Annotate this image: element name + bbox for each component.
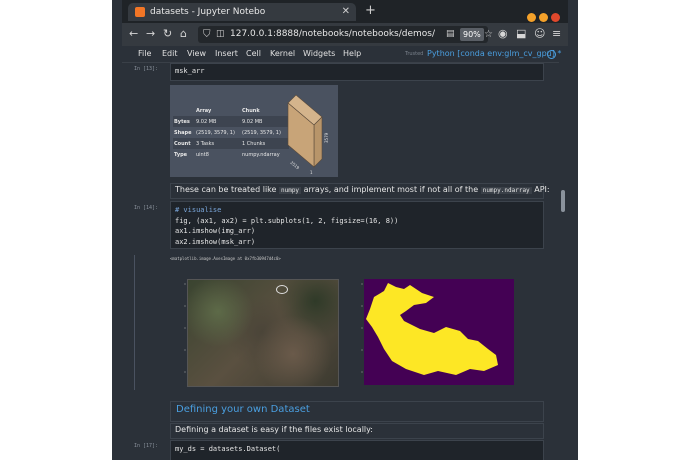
reader-icon[interactable]: ▤	[446, 28, 455, 41]
dask-table: Array Chunk Bytes 9.02 MB 9.02 MB Shape …	[173, 105, 289, 160]
reload-icon[interactable]: ↻	[163, 26, 172, 42]
zoom-level[interactable]: 90%	[460, 28, 484, 41]
input-prompt: In [14]:	[134, 205, 159, 211]
left-border	[112, 0, 122, 460]
close-tab-icon[interactable]: ✕	[342, 3, 350, 21]
tab-title: datasets - Jupyter Notebo	[150, 7, 266, 17]
table-header: Array	[196, 107, 212, 114]
new-tab-icon[interactable]: +	[365, 4, 376, 18]
inline-code: numpy	[278, 187, 302, 194]
section-heading: Defining your own Dataset	[176, 404, 310, 415]
output-collapser[interactable]	[134, 255, 139, 390]
code-line: msk_arr	[175, 67, 205, 75]
pocket-icon[interactable]: ◉	[498, 26, 508, 42]
bookmark-star-icon[interactable]: ☆	[484, 26, 493, 43]
table-cell: 3 Tasks	[196, 140, 215, 147]
menu-file[interactable]: File	[138, 46, 151, 62]
dask-repr: Array Chunk Bytes 9.02 MB 9.02 MB Shape …	[170, 85, 338, 177]
markdown-rendered: Defining your own Dataset	[170, 401, 544, 422]
cube-side-face	[313, 116, 323, 168]
menu-insert[interactable]: Insert	[215, 46, 238, 62]
tab-datasets[interactable]: datasets - Jupyter Notebo ✕	[128, 3, 356, 21]
table-cell: Shape	[174, 129, 192, 136]
table-cell: Count	[174, 140, 191, 147]
scrollbar-thumb[interactable]	[561, 190, 565, 212]
menu-kernel[interactable]: Kernel	[270, 46, 295, 62]
code-input[interactable]: # visualise fig, (ax1, ax2) = plt.subplo…	[170, 201, 544, 249]
markdown-cell[interactable]: Defining a dataset is easy if the files …	[132, 423, 552, 439]
markdown-text: Defining a dataset is easy if the files …	[175, 425, 373, 434]
input-prompt: In [13]:	[134, 66, 159, 72]
inline-code: numpy.ndarray	[480, 187, 532, 194]
markdown-rendered: Defining a dataset is easy if the files …	[170, 423, 544, 439]
url-text: 127.0.0.1:8888/notebooks/notebooks/demos…	[230, 29, 436, 39]
menu-view[interactable]: View	[187, 46, 206, 62]
menu-help[interactable]: Help	[343, 46, 361, 62]
output-text: <matplotlib.image.AxesImage at 0x7fb3094…	[170, 256, 281, 261]
code-cell[interactable]: In [14]: # visualise fig, (ax1, ax2) = p…	[132, 201, 552, 253]
tab-bar: datasets - Jupyter Notebo ✕ +	[122, 0, 568, 23]
browser-window: datasets - Jupyter Notebo ✕ + ← → ↻ ⌂ ⛉ …	[122, 0, 568, 460]
back-icon[interactable]: ←	[129, 26, 138, 42]
code-cell[interactable]: In [13]: msk_arr	[132, 63, 552, 85]
menu-icon[interactable]: ≡	[552, 26, 561, 42]
account-icon[interactable]: ☺	[534, 26, 545, 42]
table-cell: Type	[174, 151, 188, 158]
table-header	[173, 105, 195, 116]
matplotlib-figure	[170, 269, 544, 395]
output-area: Array Chunk Bytes 9.02 MB 9.02 MB Shape …	[132, 85, 552, 182]
extensions-icon[interactable]: ⬓	[516, 26, 526, 42]
lock-icon: ◫	[216, 29, 225, 39]
chunk-cube-diagram: 3579 2519 1	[287, 94, 329, 175]
notebook-scrollbar[interactable]	[559, 62, 568, 460]
cube-label-width: 1	[310, 170, 313, 175]
jupyter-favicon-icon	[135, 7, 145, 17]
cube-label-height: 3579	[324, 132, 329, 143]
text-segment: These can be treated like	[175, 185, 277, 194]
kernel-name[interactable]: Python [conda env:glm_cv_gpu] *	[427, 46, 561, 62]
maximize-icon[interactable]	[539, 13, 548, 22]
forward-icon[interactable]: →	[146, 26, 155, 42]
code-input[interactable]: my_ds = datasets.Dataset(	[170, 440, 544, 460]
code-input[interactable]: msk_arr	[170, 63, 544, 81]
markdown-cell[interactable]: Defining your own Dataset	[132, 401, 552, 422]
cube-label-depth: 2519	[289, 160, 300, 171]
notebook-container: In [13]: msk_arr Array Chunk Bytes 9.02 …	[132, 63, 552, 460]
markdown-text: These can be treated like numpy arrays, …	[175, 185, 550, 194]
output-area: <matplotlib.image.AxesImage at 0x7fb3094…	[132, 255, 552, 400]
code-line: my_ds = datasets.Dataset(	[175, 445, 281, 453]
home-icon[interactable]: ⌂	[180, 26, 187, 42]
table-cell: Bytes	[174, 118, 190, 125]
menu-widgets[interactable]: Widgets	[303, 46, 335, 62]
code-cell[interactable]: In [17]: my_ds = datasets.Dataset(	[132, 440, 552, 460]
menu-cell[interactable]: Cell	[246, 46, 261, 62]
menu-edit[interactable]: Edit	[162, 46, 178, 62]
markdown-rendered: These can be treated like numpy arrays, …	[170, 183, 550, 199]
address-bar[interactable]: ⛉ ◫ 127.0.0.1:8888/notebooks/notebooks/d…	[198, 26, 493, 43]
text-segment: API:	[534, 185, 550, 194]
table-cell: (2519, 3579, 1)	[196, 129, 235, 136]
notebook-menubar: File Edit View Insert Cell Kernel Widget…	[122, 46, 568, 63]
table-cell: 9.02 MB	[196, 118, 217, 125]
minimize-icon[interactable]	[527, 13, 536, 22]
shield-icon: ⛉	[203, 29, 211, 40]
kernel-status-icon	[547, 50, 556, 59]
navigation-bar: ← → ↻ ⌂ ⛉ ◫ 127.0.0.1:8888/notebooks/not…	[122, 23, 568, 46]
axes-ticks	[184, 283, 363, 373]
close-window-icon[interactable]	[551, 13, 560, 22]
markdown-cell[interactable]: These can be treated like numpy arrays, …	[132, 182, 552, 199]
trusted-indicator[interactable]: Trusted	[405, 46, 423, 62]
table-cell: uint8	[196, 151, 209, 158]
right-border	[568, 0, 578, 460]
code-line: ax2.imshow(msk_arr)	[175, 237, 256, 246]
text-segment: arrays, and implement most if not all of…	[303, 185, 479, 194]
input-prompt: In [17]:	[134, 443, 159, 449]
